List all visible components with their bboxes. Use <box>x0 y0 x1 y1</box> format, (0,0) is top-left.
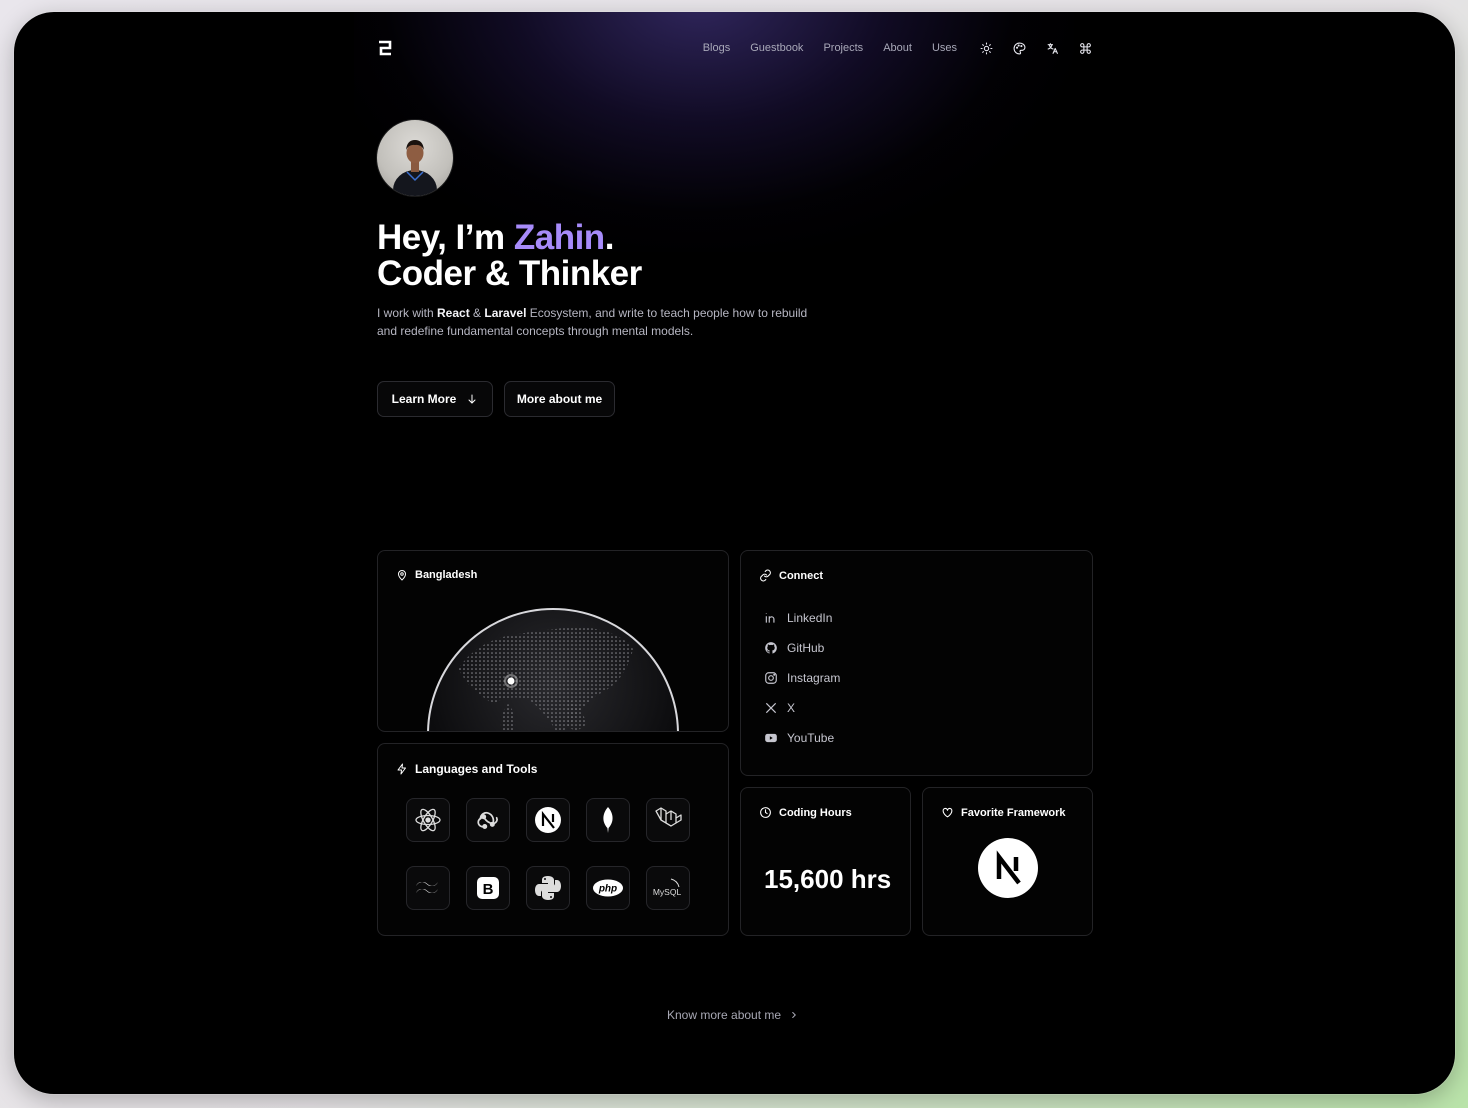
react-highlight: React <box>437 306 470 320</box>
globe-graphic[interactable] <box>418 599 688 732</box>
top-nav: Blogs Guestbook Projects About Uses <box>376 32 1092 64</box>
nav-link-about[interactable]: About <box>883 42 912 54</box>
tools-label: Languages and Tools <box>415 762 538 776</box>
favorite-framework-label: Favorite Framework <box>961 806 1066 819</box>
link-icon <box>760 569 771 582</box>
avatar <box>377 120 453 196</box>
nav-links: Blogs Guestbook Projects About Uses <box>683 41 1092 55</box>
connect-github[interactable]: GitHub <box>764 633 840 663</box>
page-frame: Blogs Guestbook Projects About Uses Hey,… <box>14 12 1455 1094</box>
logo-icon[interactable] <box>376 39 394 57</box>
clock-icon <box>760 807 771 818</box>
nav-link-uses[interactable]: Uses <box>932 42 957 54</box>
react-icon[interactable] <box>406 798 450 842</box>
chevron-right-icon <box>792 1011 797 1019</box>
translate-icon[interactable] <box>1045 41 1059 55</box>
connect-list: LinkedIn GitHub Instagram X YouTube <box>764 603 840 753</box>
coding-hours-value: 15,600 hrs <box>764 864 892 894</box>
location-label: Bangladesh <box>415 569 478 581</box>
connect-card: Connect LinkedIn GitHub Instagram X YouT… <box>740 550 1093 776</box>
svg-text:MySQL: MySQL <box>653 887 682 897</box>
heart-icon <box>942 807 953 818</box>
connect-heading: Connect <box>759 569 823 582</box>
python-icon[interactable] <box>526 866 570 910</box>
svg-text:B: B <box>483 881 494 898</box>
nextjs-tool-icon[interactable] <box>526 798 570 842</box>
svg-text:php: php <box>598 884 617 895</box>
coding-hours-heading: Coding Hours <box>759 806 852 819</box>
connect-instagram[interactable]: Instagram <box>764 663 840 693</box>
nav-link-blogs[interactable]: Blogs <box>703 42 731 54</box>
hero-title: Hey, I’m Zahin. Coder & Thinker <box>377 220 642 292</box>
connect-youtube[interactable]: YouTube <box>764 723 840 753</box>
hero-greeting: Hey, I’m <box>377 218 514 257</box>
bolt-icon <box>397 763 406 775</box>
bootstrap-icon[interactable]: B <box>466 866 510 910</box>
tools-grid: B php MySQL <box>406 798 690 910</box>
tools-heading: Languages and Tools <box>396 762 537 776</box>
more-about-label: More about me <box>516 392 603 406</box>
tools-card: Languages and Tools B php MySQL <box>377 743 729 936</box>
hero-name: Zahin <box>513 218 605 257</box>
know-more-link[interactable]: Know more about me <box>667 1008 799 1022</box>
learn-more-button[interactable]: Learn More <box>377 381 493 417</box>
arrow-down-icon <box>468 394 476 404</box>
command-icon[interactable] <box>1078 41 1092 55</box>
connect-linkedin[interactable]: LinkedIn <box>764 603 840 633</box>
nav-link-guestbook[interactable]: Guestbook <box>750 42 803 54</box>
php-icon[interactable]: php <box>586 866 630 910</box>
x-icon <box>765 702 777 714</box>
nav-link-projects[interactable]: Projects <box>823 42 863 54</box>
redux-icon[interactable] <box>466 798 510 842</box>
palette-icon[interactable] <box>1012 41 1026 55</box>
hero-period: . <box>604 218 615 257</box>
location-heading: Bangladesh <box>396 569 477 581</box>
know-more-label: Know more about me <box>667 1008 782 1022</box>
coding-hours-label: Coding Hours <box>779 806 852 819</box>
location-card: Bangladesh <box>377 550 729 732</box>
linkedin-icon <box>765 613 775 623</box>
hero-tagline: Coder & Thinker <box>377 254 642 293</box>
nextjs-logo-icon <box>978 838 1038 898</box>
instagram-icon <box>765 672 777 684</box>
connect-x[interactable]: X <box>764 693 840 723</box>
favorite-framework-card: Favorite Framework <box>922 787 1093 936</box>
favorite-framework-heading: Favorite Framework <box>941 806 1066 819</box>
mongodb-icon[interactable] <box>586 798 630 842</box>
laravel-highlight: Laravel <box>484 306 527 320</box>
map-pin-icon <box>397 570 407 581</box>
sun-icon[interactable] <box>979 41 993 55</box>
connect-label: Connect <box>779 569 823 582</box>
coding-hours-card: Coding Hours 15,600 hrs <box>740 787 911 936</box>
mysql-icon[interactable]: MySQL <box>646 866 690 910</box>
learn-more-label: Learn More <box>391 392 457 406</box>
more-about-button[interactable]: More about me <box>504 381 615 417</box>
youtube-icon <box>765 733 777 743</box>
github-icon <box>765 642 777 654</box>
laravel-icon[interactable] <box>646 798 690 842</box>
hero-description: I work with React & Laravel Ecosystem, a… <box>377 306 808 338</box>
tailwind-icon[interactable] <box>406 866 450 910</box>
